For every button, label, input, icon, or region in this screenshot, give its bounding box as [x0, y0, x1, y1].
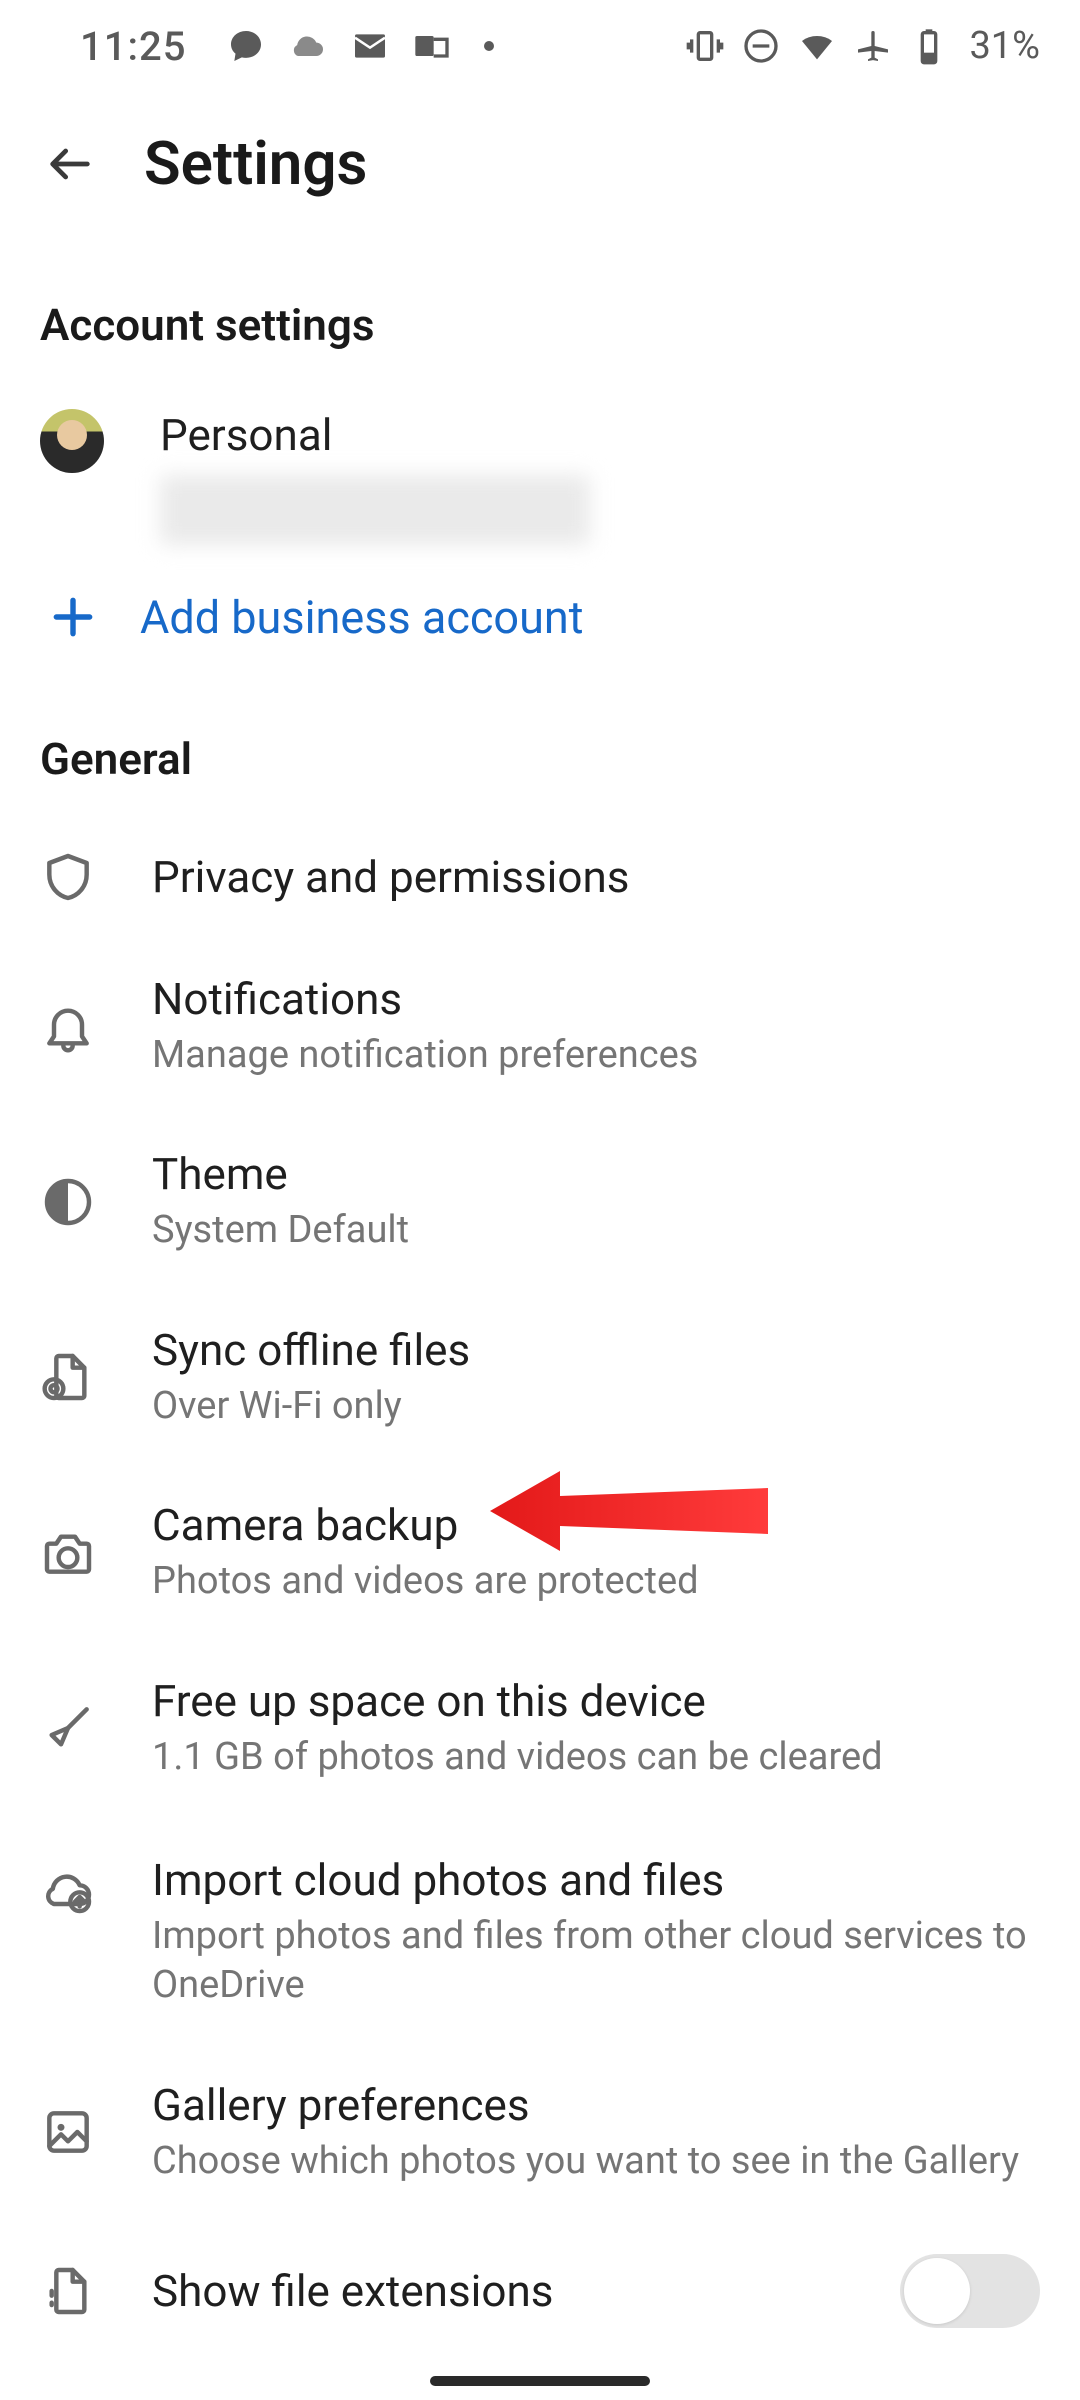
file-sync-icon	[40, 1349, 96, 1405]
section-header-account: Account settings	[0, 243, 1080, 381]
plus-icon	[48, 592, 98, 642]
notifications-subtitle: Manage notification preferences	[152, 1031, 1040, 1080]
gallery-prefs-row[interactable]: Gallery preferences Choose which photos …	[0, 2045, 1080, 2220]
camera-backup-title: Camera backup	[152, 1499, 1040, 1551]
theme-subtitle: System Default	[152, 1206, 1040, 1255]
add-business-account-label: Add business account	[140, 591, 583, 644]
airplane-icon	[853, 26, 893, 66]
camera-icon	[40, 1525, 96, 1581]
notifications-row[interactable]: Notifications Manage notification prefer…	[0, 939, 1080, 1114]
notifications-title: Notifications	[152, 973, 1040, 1025]
import-cloud-title: Import cloud photos and files	[152, 1854, 1040, 1906]
mail-icon	[350, 26, 390, 66]
gallery-prefs-title: Gallery preferences	[152, 2079, 1040, 2131]
battery-percentage: 31%	[969, 24, 1040, 68]
dnd-icon	[741, 26, 781, 66]
account-email-redacted	[160, 475, 590, 545]
account-personal-label: Personal	[160, 409, 1040, 461]
file-ext-title: Show file extensions	[152, 2265, 844, 2317]
cloud-upload-icon	[40, 1862, 96, 1918]
chat-icon	[226, 26, 266, 66]
half-circle-icon	[40, 1174, 96, 1230]
avatar	[40, 409, 104, 473]
theme-row[interactable]: Theme System Default	[0, 1114, 1080, 1289]
battery-icon	[909, 26, 949, 66]
file-ext-row[interactable]: Show file extensions	[0, 2220, 1080, 2362]
privacy-row[interactable]: Privacy and permissions	[0, 815, 1080, 939]
outlook-icon	[412, 26, 452, 66]
status-left: 11:25	[80, 23, 494, 70]
status-bar: 11:25 31%	[0, 0, 1080, 92]
more-notifications-icon	[484, 41, 494, 51]
back-button[interactable]	[40, 134, 100, 194]
cloud-icon	[288, 26, 328, 66]
sync-title: Sync offline files	[152, 1324, 1040, 1376]
page-title: Settings	[144, 128, 367, 199]
shield-icon	[40, 849, 96, 905]
import-cloud-subtitle: Import photos and files from other cloud…	[152, 1912, 1040, 2011]
section-header-general: General	[0, 685, 1080, 815]
free-space-title: Free up space on this device	[152, 1675, 1040, 1727]
file-info-icon	[40, 2263, 96, 2319]
free-space-subtitle: 1.1 GB of photos and videos can be clear…	[152, 1733, 1040, 1782]
broom-icon	[40, 1700, 96, 1756]
sync-subtitle: Over Wi-Fi only	[152, 1382, 1040, 1431]
account-personal-row[interactable]: Personal	[0, 381, 1080, 565]
theme-title: Theme	[152, 1148, 1040, 1200]
status-time: 11:25	[80, 23, 186, 70]
sync-row[interactable]: Sync offline files Over Wi-Fi only	[0, 1290, 1080, 1465]
bell-icon	[40, 999, 96, 1055]
gallery-prefs-subtitle: Choose which photos you want to see in t…	[152, 2137, 1040, 2186]
header: Settings	[0, 92, 1080, 243]
import-cloud-row[interactable]: Import cloud photos and files Import pho…	[0, 1816, 1080, 2045]
free-space-row[interactable]: Free up space on this device 1.1 GB of p…	[0, 1641, 1080, 1816]
wifi-icon	[797, 26, 837, 66]
camera-backup-row[interactable]: Camera backup Photos and videos are prot…	[0, 1465, 1080, 1640]
privacy-title: Privacy and permissions	[152, 851, 1040, 903]
vibrate-icon	[685, 26, 725, 66]
status-right: 31%	[685, 24, 1040, 68]
image-icon	[40, 2104, 96, 2160]
camera-backup-subtitle: Photos and videos are protected	[152, 1557, 1040, 1606]
add-business-account-row[interactable]: Add business account	[0, 565, 1080, 685]
home-indicator[interactable]	[430, 2376, 650, 2386]
file-ext-toggle[interactable]	[900, 2254, 1040, 2328]
